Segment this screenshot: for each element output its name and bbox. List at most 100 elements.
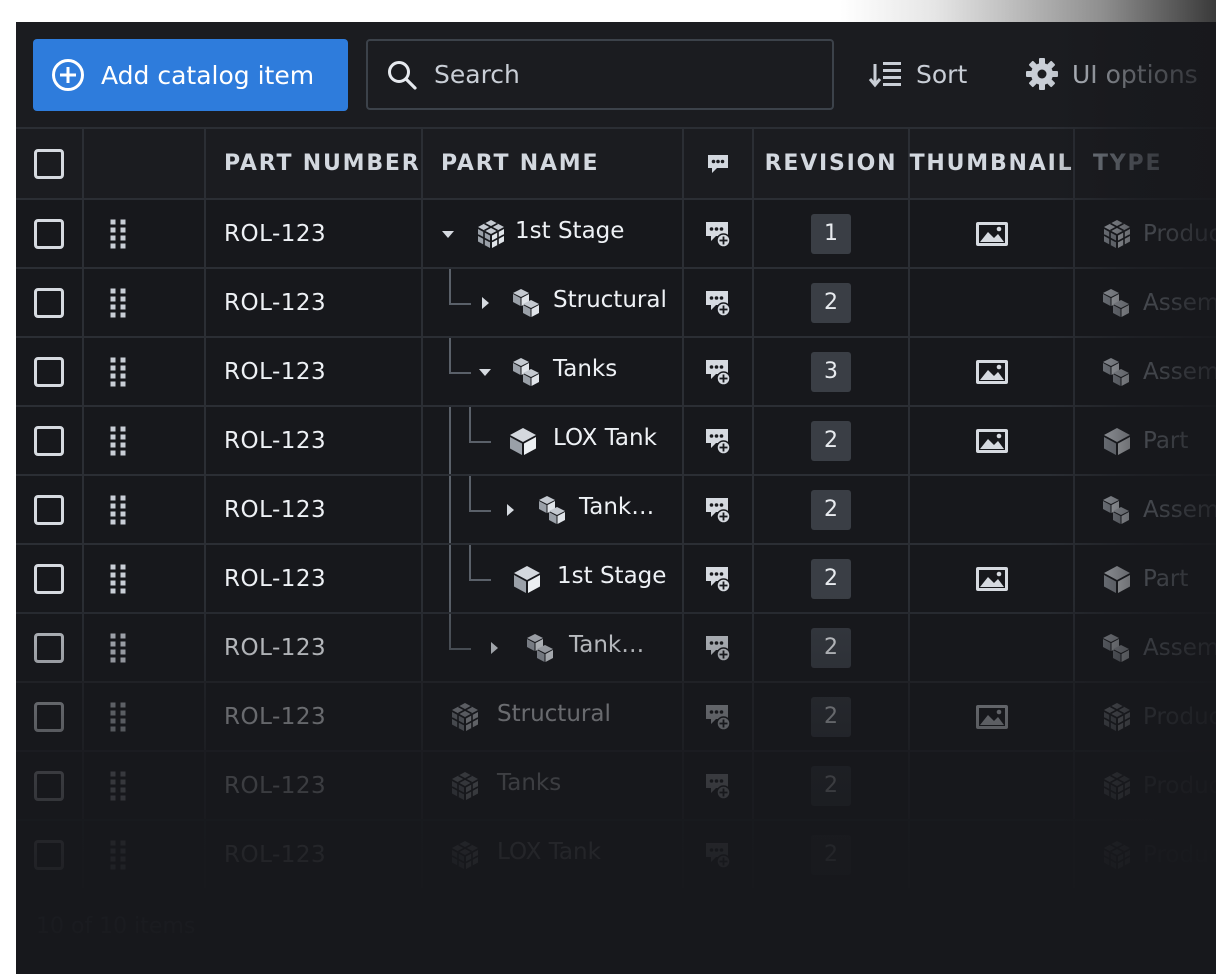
comment-add-icon[interactable]	[705, 289, 731, 317]
tree-line	[449, 269, 451, 303]
table-row[interactable]: ROL-123 Tanks 2 Product	[16, 750, 1216, 819]
table-row[interactable]: ROL-123 LOX Tank 2 Part	[16, 405, 1216, 476]
caret-right-icon[interactable]	[487, 641, 501, 655]
part-name[interactable]: 1st Stage	[557, 563, 666, 589]
image-icon[interactable]	[975, 428, 1009, 454]
revision-badge[interactable]: 2	[811, 489, 851, 530]
part-number: ROL-123	[224, 358, 327, 385]
comments-header[interactable]	[684, 129, 754, 198]
part-name[interactable]: Tanks	[497, 770, 561, 796]
image-icon[interactable]	[975, 221, 1009, 247]
row-checkbox[interactable]	[34, 287, 64, 318]
image-icon[interactable]	[975, 704, 1009, 730]
part-number: ROL-123	[224, 703, 327, 730]
row-checkbox[interactable]	[34, 563, 64, 594]
table-row[interactable]: ROL-123 Tank… 2 Assembly	[16, 474, 1216, 545]
table-row[interactable]: ROL-123 LOX Tank 2 Product	[16, 819, 1216, 888]
revision-badge[interactable]: 2	[811, 765, 851, 806]
thumbnail-header[interactable]: THUMBNAIL	[910, 129, 1075, 198]
drag-handle-icon[interactable]	[108, 701, 128, 733]
part-name[interactable]: Tanks	[553, 356, 617, 382]
image-icon[interactable]	[975, 359, 1009, 385]
part-number: ROL-123	[224, 841, 327, 868]
type-label: Assembly	[1143, 634, 1216, 661]
revision-badge[interactable]: 2	[811, 420, 851, 461]
caret-down-icon[interactable]	[441, 227, 455, 241]
part-number-cell: ROL-123	[206, 752, 423, 819]
revision-header[interactable]: REVISION	[754, 129, 910, 198]
drag-handle-icon[interactable]	[108, 494, 128, 526]
drag-handle-icon[interactable]	[108, 425, 128, 457]
table-row[interactable]: ROL-123 1st Stage 1 Product	[16, 198, 1216, 267]
select-all-checkbox[interactable]	[34, 148, 64, 179]
comment-add-icon[interactable]	[705, 841, 731, 869]
add-catalog-item-label: Add catalog item	[101, 60, 315, 90]
image-icon[interactable]	[975, 566, 1009, 592]
part-name-header[interactable]: PART NAME	[423, 129, 684, 198]
comment-add-icon[interactable]	[705, 496, 731, 524]
drag-handle-icon[interactable]	[108, 632, 128, 664]
revision-badge[interactable]: 2	[811, 558, 851, 599]
row-checkbox[interactable]	[34, 632, 64, 663]
revision-badge[interactable]: 2	[811, 696, 851, 737]
table-row[interactable]: ROL-123 Structural 2 Product	[16, 681, 1216, 750]
drag-handle-icon[interactable]	[108, 356, 128, 388]
revision-badge[interactable]: 2	[811, 627, 851, 668]
comment-add-icon[interactable]	[705, 220, 731, 248]
comment-add-icon[interactable]	[705, 565, 731, 593]
drag-handle-icon[interactable]	[108, 218, 128, 250]
part-name[interactable]: LOX Tank	[497, 839, 601, 865]
comment-add-icon[interactable]	[705, 358, 731, 386]
part-name[interactable]: LOX Tank	[553, 425, 657, 451]
ui-options-button[interactable]: UI options	[1024, 52, 1198, 96]
part-name-cell: Tank…	[423, 476, 684, 545]
part-name[interactable]: 1st Stage	[515, 218, 624, 244]
search-box[interactable]	[366, 39, 834, 110]
comments-cell	[684, 476, 754, 543]
table-row[interactable]: ROL-123 1st Stage 2 Part	[16, 543, 1216, 614]
table-row[interactable]: ROL-123 Tank… 2 Assembly	[16, 612, 1216, 681]
drag-cell	[84, 821, 206, 888]
row-checkbox[interactable]	[34, 839, 64, 870]
select-all-cell	[16, 129, 84, 198]
comment-add-icon[interactable]	[705, 703, 731, 731]
comment-add-icon[interactable]	[705, 772, 731, 800]
drag-handle-icon[interactable]	[108, 839, 128, 871]
drag-handle-icon[interactable]	[108, 770, 128, 802]
row-checkbox[interactable]	[34, 218, 64, 249]
revision-badge[interactable]: 2	[811, 282, 851, 323]
comment-add-icon[interactable]	[705, 634, 731, 662]
row-checkbox[interactable]	[34, 701, 64, 732]
drag-handle-icon[interactable]	[108, 563, 128, 595]
add-catalog-item-button[interactable]: Add catalog item	[33, 39, 348, 111]
row-checkbox[interactable]	[34, 425, 64, 456]
comment-add-icon[interactable]	[705, 427, 731, 455]
part-number-header[interactable]: PART NUMBER	[206, 129, 423, 198]
caret-right-icon[interactable]	[478, 296, 492, 310]
table-row[interactable]: ROL-123 Structural 2 Assembly	[16, 267, 1216, 336]
search-input[interactable]	[434, 60, 814, 89]
sort-button[interactable]: Sort	[868, 52, 967, 96]
tree-line	[449, 614, 451, 648]
type-cell: Assembly	[1075, 476, 1216, 543]
tree-line	[449, 648, 471, 650]
row-checkbox[interactable]	[34, 356, 64, 387]
type-header[interactable]: TYPE	[1075, 129, 1216, 198]
part-name[interactable]: Structural	[553, 287, 667, 313]
select-cell	[16, 614, 84, 681]
revision-badge[interactable]: 3	[811, 351, 851, 392]
drag-handle-icon[interactable]	[108, 287, 128, 319]
part-name[interactable]: Structural	[497, 701, 611, 727]
revision-badge[interactable]: 2	[811, 834, 851, 875]
caret-right-icon[interactable]	[503, 503, 517, 517]
row-checkbox[interactable]	[34, 494, 64, 525]
part-name[interactable]: Tank…	[579, 494, 654, 520]
part-number-cell: ROL-123	[206, 545, 423, 612]
row-checkbox[interactable]	[34, 770, 64, 801]
part-name[interactable]: Tank…	[569, 632, 644, 658]
revision-badge[interactable]: 1	[811, 213, 851, 254]
select-cell	[16, 407, 84, 474]
table-row[interactable]: ROL-123 Tanks 3 Assembly	[16, 336, 1216, 405]
caret-down-icon[interactable]	[478, 365, 492, 379]
type-product-icon	[1103, 219, 1131, 248]
